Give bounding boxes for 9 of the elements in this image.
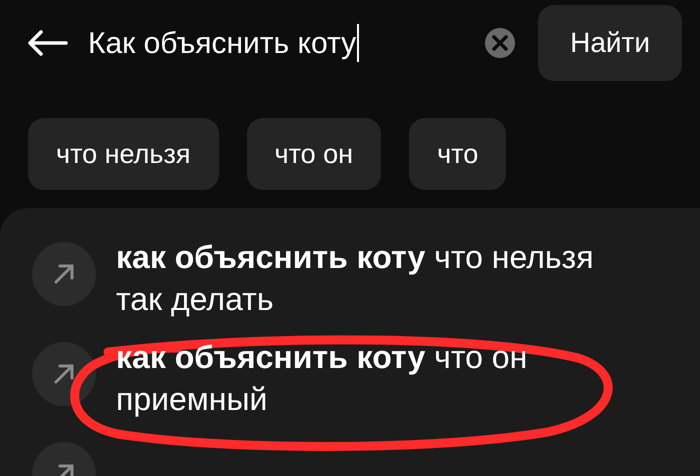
suggestion-chip[interactable]: что bbox=[409, 118, 506, 190]
text-cursor bbox=[357, 24, 360, 62]
suggestion-chip[interactable]: что нельзя bbox=[28, 118, 218, 190]
search-button[interactable]: Найти bbox=[538, 5, 682, 81]
suggestion-item[interactable]: как объяснить коту что нельзя так делать bbox=[116, 236, 636, 320]
search-field[interactable]: Как объяснить коту bbox=[88, 20, 356, 66]
clear-icon[interactable] bbox=[484, 27, 516, 59]
back-arrow-icon[interactable] bbox=[26, 29, 68, 57]
suggestion-chip[interactable]: что он bbox=[246, 118, 382, 190]
